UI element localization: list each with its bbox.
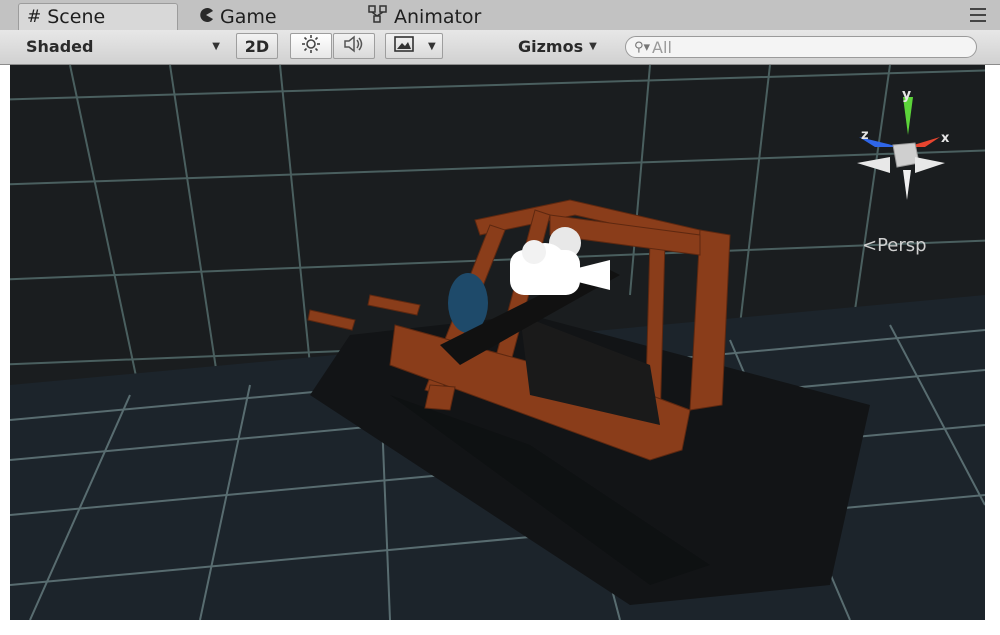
speaker-icon bbox=[343, 35, 365, 57]
lighting-toggle-button[interactable] bbox=[290, 33, 332, 59]
effects-dropdown[interactable]: ▼ bbox=[385, 33, 443, 59]
gizmos-dropdown[interactable]: Gizmos ▼ bbox=[518, 33, 610, 59]
x-axis-label: x bbox=[941, 131, 950, 146]
chevron-down-icon: ▼ bbox=[428, 40, 436, 52]
gizmos-label: Gizmos bbox=[518, 36, 584, 56]
panel-menu-icon[interactable] bbox=[970, 8, 986, 22]
scene-viewport[interactable] bbox=[10, 65, 985, 620]
sun-icon bbox=[301, 34, 321, 58]
y-axis-label: y bbox=[902, 87, 911, 103]
2d-toggle-button[interactable]: 2D bbox=[236, 33, 278, 59]
tab-animator[interactable]: Animator bbox=[360, 3, 530, 30]
audio-toggle-button[interactable] bbox=[333, 33, 375, 59]
tab-game[interactable]: Game bbox=[190, 3, 350, 30]
chevron-down-icon: ▼ bbox=[589, 40, 597, 52]
projection-toggle[interactable]: <Persp bbox=[862, 235, 927, 256]
shading-mode-dropdown[interactable]: Shaded ▼ bbox=[26, 33, 224, 59]
tab-game-label: Game bbox=[220, 5, 277, 28]
chevron-left-icon: < bbox=[862, 235, 878, 256]
scene-window: # Scene Game Animator Shaded ▼ 2D ▼ Gizm… bbox=[0, 0, 1000, 635]
z-axis-label: z bbox=[861, 128, 869, 143]
window-bottom-edge bbox=[0, 620, 1000, 635]
tab-scene-label: Scene bbox=[47, 6, 106, 28]
orientation-gizmo[interactable]: y z x bbox=[845, 85, 955, 205]
scene-toolbar: Shaded ▼ 2D ▼ Gizmos ▼ ⚲▾ All bbox=[0, 30, 1000, 65]
image-icon bbox=[394, 36, 414, 56]
chevron-down-icon: ▼ bbox=[212, 40, 220, 52]
tab-animator-label: Animator bbox=[394, 5, 482, 28]
projection-label: Persp bbox=[877, 235, 927, 256]
shading-mode-label: Shaded bbox=[26, 36, 94, 56]
nodes-icon bbox=[368, 5, 388, 28]
tab-scene[interactable]: # Scene bbox=[18, 3, 178, 30]
search-icon: ⚲▾ bbox=[634, 39, 651, 55]
2d-toggle-label: 2D bbox=[244, 36, 270, 56]
grid-hash-icon: # bbox=[27, 6, 42, 27]
tab-bar: # Scene Game Animator bbox=[0, 0, 1000, 31]
scene-render bbox=[10, 65, 985, 620]
pacman-icon bbox=[198, 6, 214, 28]
search-input[interactable]: ⚲▾ All bbox=[625, 36, 977, 58]
search-placeholder: All bbox=[652, 37, 672, 57]
